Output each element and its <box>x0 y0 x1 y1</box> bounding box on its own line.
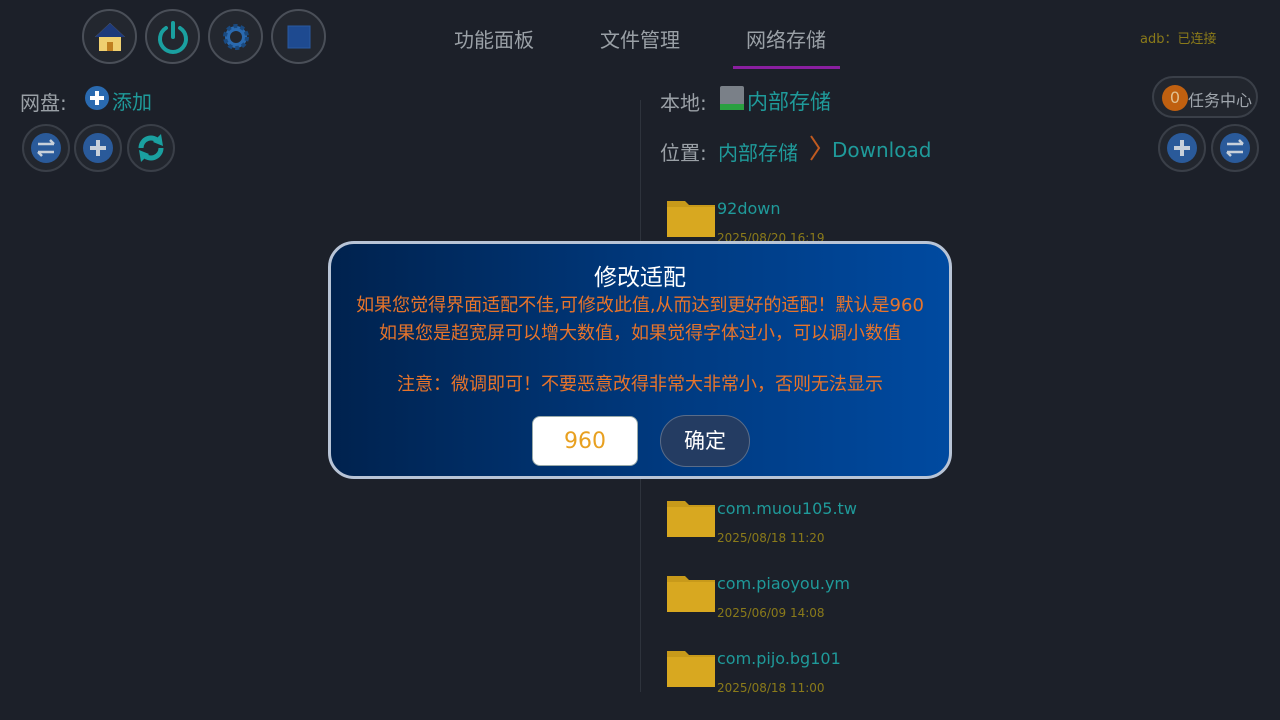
storage-icon <box>720 86 744 110</box>
file-date: 2025/08/18 11:20 <box>717 531 825 545</box>
swap-button[interactable] <box>22 124 70 172</box>
add-label: 添加 <box>112 90 152 114</box>
settings-icon <box>222 23 249 50</box>
confirm-button[interactable]: 确定 <box>660 415 750 467</box>
netdisk-label: 网盘: <box>20 91 67 115</box>
dialog-line-1: 如果您觉得界面适配不佳,可修改此值,从而达到更好的适配！默认是960 <box>356 295 924 316</box>
folder-icon <box>667 201 715 237</box>
task-count-badge: 0 <box>1162 85 1188 111</box>
local-add-button[interactable] <box>1158 124 1206 172</box>
file-name: com.piaoyou.ym <box>717 574 850 593</box>
adapt-dialog: 修改适配 如果您觉得界面适配不佳,可修改此值,从而达到更好的适配！默认是960 … <box>328 241 952 479</box>
adapt-value-input[interactable] <box>532 416 638 466</box>
add-circle-icon <box>85 86 109 110</box>
swap-icon <box>31 133 61 163</box>
dialog-line-3: 注意：微调即可！不要恶意改得非常大非常小，否则无法显示 <box>397 374 883 395</box>
tab-function-panel[interactable]: 功能面板 <box>454 24 534 53</box>
swap-icon <box>1220 133 1250 163</box>
active-tab-indicator <box>733 66 840 69</box>
list-item[interactable]: com.muou105.tw 2025/08/18 11:20 <box>667 499 967 559</box>
local-swap-button[interactable] <box>1211 124 1259 172</box>
file-name: com.pijo.bg101 <box>717 649 841 668</box>
task-center-button[interactable]: 0 任务中心 <box>1152 76 1258 118</box>
dialog-title: 修改适配 <box>594 265 686 291</box>
file-name: com.muou105.tw <box>717 499 857 518</box>
tab-file-manager[interactable]: 文件管理 <box>600 24 680 53</box>
tab-network-storage[interactable]: 网络存储 <box>746 24 826 53</box>
home-icon <box>94 22 125 51</box>
refresh-button[interactable] <box>127 124 175 172</box>
folder-icon <box>667 651 715 687</box>
file-date: 2025/06/09 14:08 <box>717 606 825 620</box>
home-button[interactable] <box>82 9 137 64</box>
power-button[interactable] <box>145 9 200 64</box>
stop-button[interactable] <box>271 9 326 64</box>
breadcrumb-current[interactable]: Download <box>832 138 931 162</box>
folder-icon <box>667 576 715 612</box>
list-item[interactable]: com.pijo.bg101 2025/08/18 11:00 <box>667 649 967 709</box>
location-label: 位置: <box>660 141 707 165</box>
settings-button[interactable] <box>208 9 263 64</box>
stop-icon <box>287 25 310 48</box>
power-icon <box>157 20 188 54</box>
file-date: 2025/08/18 11:00 <box>717 681 825 695</box>
folder-icon <box>667 501 715 537</box>
dialog-line-2: 如果您是超宽屏可以增大数值，如果觉得字体过小，可以调小数值 <box>379 323 901 344</box>
chevron-right-icon <box>810 135 821 161</box>
plus-icon <box>83 133 113 163</box>
breadcrumb-root[interactable]: 内部存储 <box>718 137 798 166</box>
local-label: 本地: <box>660 91 707 115</box>
storage-name[interactable]: 内部存储 <box>747 86 831 116</box>
refresh-icon <box>138 134 164 162</box>
list-item[interactable]: com.piaoyou.ym 2025/06/09 14:08 <box>667 574 967 634</box>
adb-status: adb：已连接 <box>1140 32 1217 47</box>
file-name: 92down <box>717 199 781 218</box>
plus-icon <box>1167 133 1197 163</box>
add-button[interactable] <box>74 124 122 172</box>
task-center-label: 任务中心 <box>1188 91 1253 110</box>
